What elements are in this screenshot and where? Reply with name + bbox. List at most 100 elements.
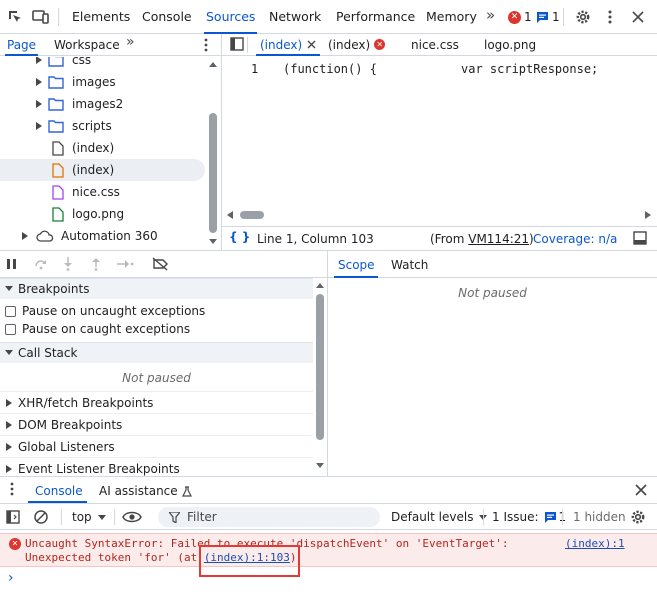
log-levels-dropdown[interactable]: Default levels — [391, 510, 488, 524]
editor-tab-nice-css[interactable]: nice.css — [411, 34, 459, 55]
deactivate-breakpoints-icon[interactable] — [152, 257, 169, 271]
origin-link[interactable]: VM114:21 — [468, 232, 529, 246]
file-tree: css images images2 scripts (index) (inde… — [0, 57, 221, 250]
editor-tab-index-1[interactable]: (index) — [255, 34, 321, 56]
scroll-thumb[interactable] — [316, 294, 324, 440]
tab-console[interactable]: Console — [142, 0, 192, 33]
tree-folder-images[interactable]: images — [0, 71, 205, 93]
filter-input[interactable]: Filter — [158, 507, 380, 527]
tree-automation-360[interactable]: Automation 360 — [0, 225, 205, 247]
tree-item-label: (index) — [72, 163, 115, 177]
show-sidebar-icon[interactable] — [6, 510, 20, 524]
expand-arrow-icon — [6, 420, 12, 429]
scroll-right-icon[interactable] — [645, 211, 651, 219]
image-file-icon — [52, 206, 64, 222]
error-source-link[interactable]: (index):1 — [565, 537, 625, 550]
tab-elements[interactable]: Elements — [72, 0, 130, 33]
document-file-icon — [52, 140, 64, 156]
tab-memory[interactable]: Memory — [426, 0, 477, 33]
divider — [483, 509, 484, 525]
xhr-breakpoints-header[interactable]: XHR/fetch Breakpoints — [0, 391, 313, 413]
console-prompt[interactable]: › — [8, 570, 14, 586]
breakpoints-section-header[interactable]: Breakpoints — [0, 278, 313, 299]
toggle-navigator-icon[interactable] — [230, 37, 244, 51]
scroll-down-icon[interactable] — [209, 239, 217, 245]
step-out-icon[interactable] — [91, 257, 101, 271]
pause-caught-row[interactable]: Pause on caught exceptions — [0, 318, 313, 340]
pretty-print-icon[interactable]: { } — [229, 230, 250, 244]
navigator-more-tabs[interactable]: » — [126, 34, 135, 50]
tree-file-index-script[interactable]: (index) — [0, 159, 205, 181]
console-toolbar: top Filter Default levels 1 Issue: 1 1 h… — [0, 505, 657, 530]
tab-network[interactable]: Network — [269, 0, 321, 33]
close-drawer-icon[interactable] — [635, 484, 647, 496]
close-tab-icon[interactable] — [307, 40, 316, 49]
editor-tab-logo-png[interactable]: logo.png — [484, 34, 536, 55]
highlight-annotation-box — [199, 545, 300, 577]
issues-counter[interactable]: 1 Issue: 1 — [492, 510, 566, 524]
error-icon: ✕ — [9, 538, 21, 550]
coverage-status[interactable]: Coverage: n/a — [533, 232, 617, 246]
pause-caught-checkbox[interactable] — [5, 323, 16, 335]
tab-page[interactable]: Page — [4, 34, 39, 56]
more-options-icon[interactable] — [599, 6, 621, 28]
clear-console-icon[interactable] — [33, 509, 49, 525]
split-divider[interactable] — [327, 251, 328, 476]
console-error-message: ✕ Uncaught SyntaxError: Failed to execut… — [0, 533, 657, 567]
stylesheet-file-icon — [52, 184, 64, 200]
scroll-up-icon[interactable] — [316, 282, 324, 288]
pause-uncaught-checkbox[interactable] — [5, 305, 16, 317]
tree-folder-css[interactable]: css — [0, 57, 205, 71]
inspect-element-icon[interactable] — [4, 6, 26, 28]
device-toolbar-icon[interactable] — [30, 6, 52, 28]
drawer-tab-console[interactable]: Console — [35, 484, 83, 498]
scroll-thumb[interactable] — [209, 113, 217, 233]
messages-counter[interactable]: 1 — [536, 10, 560, 24]
divider — [61, 509, 62, 525]
settings-gear-icon[interactable] — [572, 6, 594, 28]
navigator-menu-icon[interactable] — [204, 38, 208, 52]
more-tabs-button[interactable]: » — [486, 6, 495, 24]
close-devtools-icon[interactable] — [627, 6, 649, 28]
checkbox-label: Pause on uncaught exceptions — [22, 304, 206, 318]
tree-folder-images2[interactable]: images2 — [0, 93, 205, 115]
call-stack-section-header[interactable]: Call Stack — [0, 342, 313, 363]
drawer-tab-ai-assistance[interactable]: AI assistance — [99, 484, 192, 498]
pause-icon[interactable] — [6, 258, 18, 270]
section-title: DOM Breakpoints — [18, 417, 123, 432]
tree-item-label: logo.png — [72, 207, 125, 221]
global-listeners-header[interactable]: Global Listeners — [0, 435, 313, 457]
event-listener-breakpoints-header[interactable]: Event Listener Breakpoints — [0, 457, 313, 476]
tab-sources[interactable]: Sources — [203, 0, 258, 34]
tree-file-logo-png[interactable]: logo.png — [0, 203, 205, 225]
editor-tab-index-2[interactable]: (index) ✕ — [328, 34, 386, 55]
navigator-scrollbar[interactable] — [206, 57, 220, 250]
step-icon[interactable] — [116, 258, 134, 270]
filter-placeholder: Filter — [187, 510, 217, 524]
sidebar-scrollbar[interactable] — [313, 278, 327, 476]
tab-watch[interactable]: Watch — [391, 258, 428, 272]
errors-counter[interactable]: ✕ 1 — [508, 10, 532, 24]
scroll-left-icon[interactable] — [227, 211, 233, 219]
dom-breakpoints-header[interactable]: DOM Breakpoints — [0, 413, 313, 435]
tab-workspace[interactable]: Workspace — [54, 34, 120, 55]
context-selector[interactable]: top — [72, 510, 106, 524]
tab-scope[interactable]: Scope — [338, 258, 375, 272]
drawer-menu-icon[interactable] — [10, 482, 14, 496]
toggle-drawer-icon[interactable] — [633, 231, 647, 245]
scroll-up-icon[interactable] — [209, 61, 217, 67]
editor-hscrollbar[interactable] — [222, 207, 657, 223]
tree-folder-scripts[interactable]: scripts — [0, 115, 205, 137]
live-expression-eye-icon[interactable] — [122, 510, 142, 524]
scroll-down-icon[interactable] — [316, 463, 324, 469]
code-editor[interactable]: 1 (function() { var scriptResponse; — [222, 57, 657, 207]
scroll-thumb[interactable] — [240, 211, 264, 219]
console-settings-gear-icon[interactable] — [630, 509, 646, 525]
tree-file-index-document[interactable]: (index) — [0, 137, 205, 159]
step-into-icon[interactable] — [63, 257, 73, 271]
tab-performance[interactable]: Performance — [336, 0, 415, 33]
step-over-icon[interactable] — [34, 258, 48, 270]
tree-file-nice-css[interactable]: nice.css — [0, 181, 205, 203]
error-icon: ✕ — [508, 10, 521, 24]
expand-arrow-icon — [6, 464, 12, 473]
